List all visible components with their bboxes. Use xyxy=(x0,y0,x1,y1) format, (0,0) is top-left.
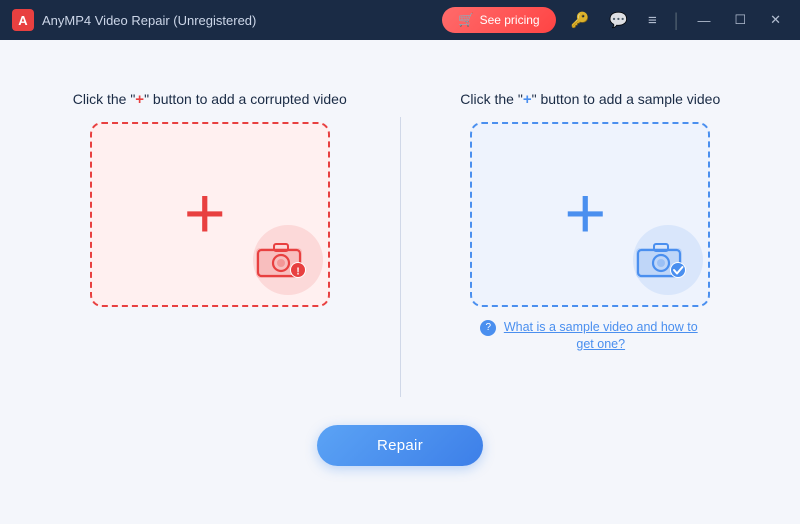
chat-icon-button[interactable]: 💬 xyxy=(604,9,633,31)
corrupted-camera-icon: ! xyxy=(254,238,308,282)
help-link-text: What is a sample video and how to get on… xyxy=(501,319,700,354)
cart-icon: 🛒 xyxy=(458,12,474,28)
corrupted-drop-zone-inner: + xyxy=(92,124,328,305)
sample-plus-icon: + xyxy=(564,178,606,250)
sample-panel-label: Click the "+" button to add a sample vid… xyxy=(460,89,720,110)
app-logo: A xyxy=(12,9,34,31)
app-title: AnyMP4 Video Repair (Unregistered) xyxy=(42,13,442,28)
corrupted-plus-icon: + xyxy=(184,178,226,250)
repair-button[interactable]: Repair xyxy=(317,425,483,466)
help-link[interactable]: ? What is a sample video and how to get … xyxy=(480,319,700,354)
repair-btn-row: Repair xyxy=(317,425,483,466)
corrupted-panel: Click the "+" button to add a corrupted … xyxy=(40,89,380,307)
menu-icon-button[interactable]: ≡ xyxy=(643,10,662,31)
key-icon-button[interactable]: 🔑 xyxy=(566,9,595,31)
sample-plus-symbol: + xyxy=(523,91,532,108)
corrupted-plus-symbol: + xyxy=(135,91,144,108)
svg-text:!: ! xyxy=(296,266,299,277)
corrupted-drop-zone[interactable]: + xyxy=(90,122,330,307)
sample-panel: Click the "+" button to add a sample vid… xyxy=(421,89,761,354)
titlebar: A AnyMP4 Video Repair (Unregistered) 🛒 S… xyxy=(0,0,800,40)
maximize-button[interactable]: ☐ xyxy=(727,10,753,30)
panels-row: Click the "+" button to add a corrupted … xyxy=(40,89,760,397)
main-content: Click the "+" button to add a corrupted … xyxy=(0,40,800,524)
titlebar-actions: 🛒 See pricing 🔑 💬 ≡ | — ☐ ✕ xyxy=(442,7,788,33)
corrupted-camera-badge: ! xyxy=(254,238,308,287)
sample-drop-zone-inner: + xyxy=(472,124,708,305)
panel-divider xyxy=(400,117,401,397)
minimize-button[interactable]: — xyxy=(690,11,717,30)
close-button[interactable]: ✕ xyxy=(763,10,788,30)
sample-camera-badge xyxy=(634,238,688,287)
help-icon: ? xyxy=(480,320,496,336)
sample-drop-zone[interactable]: + xyxy=(470,122,710,307)
svg-text:A: A xyxy=(18,13,28,28)
titlebar-separator: | xyxy=(674,10,679,31)
sample-camera-icon xyxy=(634,238,688,282)
see-pricing-button[interactable]: 🛒 See pricing xyxy=(442,7,555,33)
see-pricing-label: See pricing xyxy=(480,13,540,27)
corrupted-panel-label: Click the "+" button to add a corrupted … xyxy=(73,89,347,110)
